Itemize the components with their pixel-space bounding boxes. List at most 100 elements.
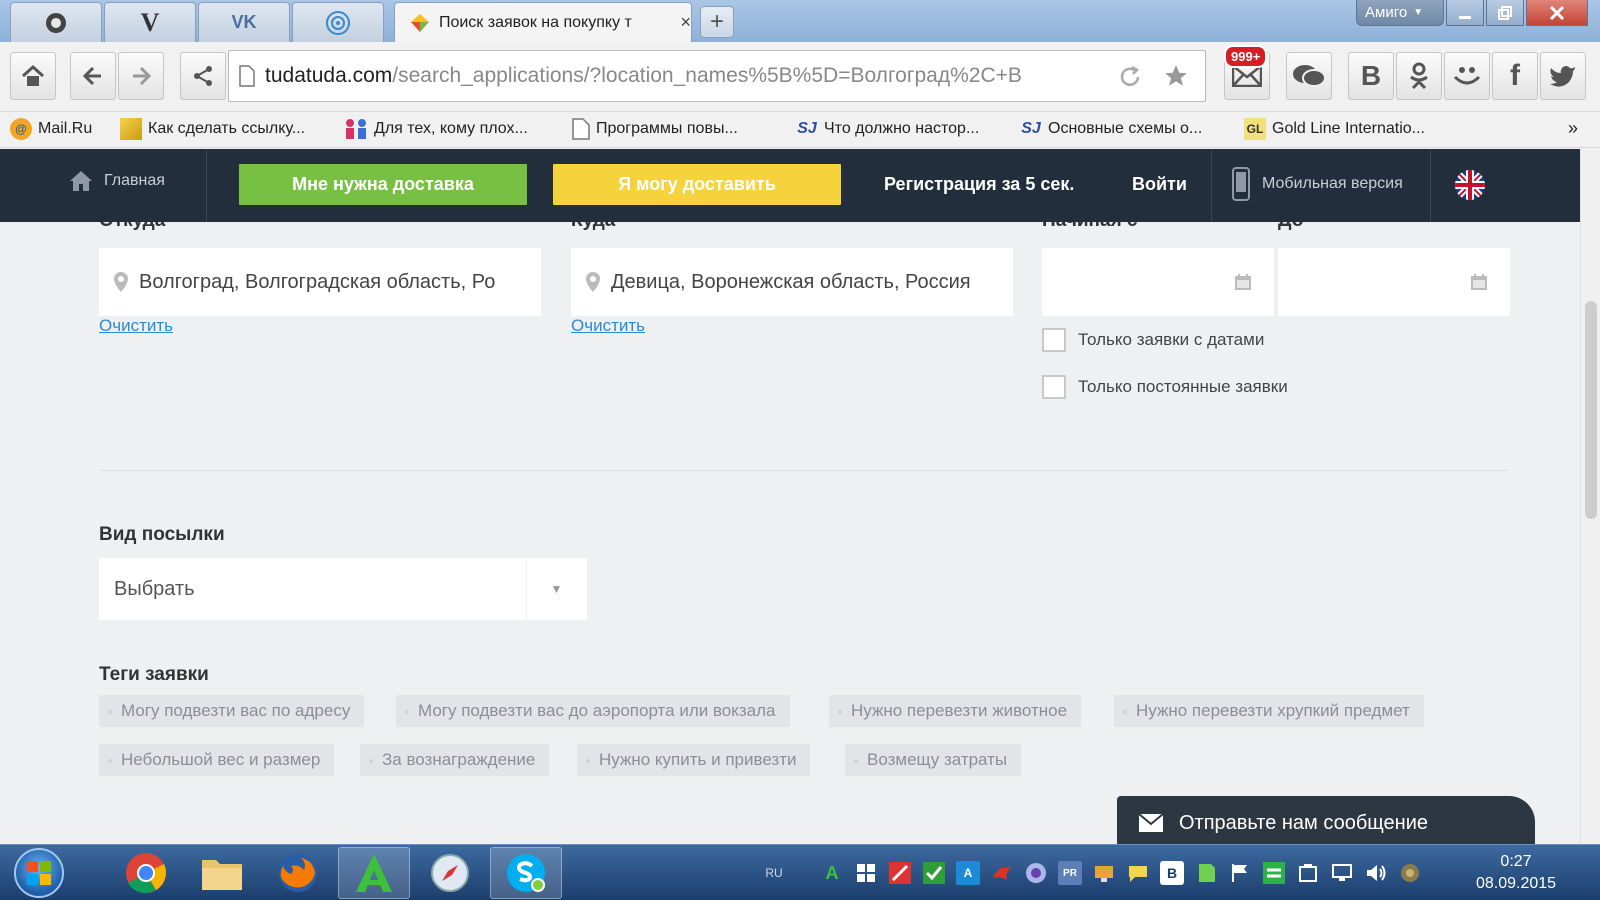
envelope-icon: [1139, 814, 1163, 832]
profile-button[interactable]: Амиго ▼: [1356, 0, 1444, 26]
clear-to-link[interactable]: Очистить: [571, 316, 645, 336]
system-clock[interactable]: 0:27 08.09.2015: [1466, 851, 1566, 895]
moi-mir-button[interactable]: [1444, 52, 1490, 100]
share-icon: [194, 66, 212, 86]
language-switch[interactable]: [1454, 169, 1486, 201]
from-input[interactable]: Волгоград, Волгоградская область, Ро: [99, 248, 541, 316]
tray-globe-icon[interactable]: [1024, 861, 1048, 885]
forward-button[interactable]: [118, 52, 164, 100]
tray-volume-icon[interactable]: [1364, 861, 1388, 885]
bookmark-mailru[interactable]: @ Mail.Ru: [10, 118, 92, 140]
tag-small-size[interactable]: Небольшой вес и размер: [99, 744, 335, 776]
bookmark-schemes[interactable]: SJ Основные схемы о...: [1020, 118, 1202, 140]
tag-fragile[interactable]: Нужно перевезти хрупкий предмет: [1114, 695, 1424, 727]
star-icon[interactable]: [1163, 63, 1189, 89]
tray-network-icon[interactable]: [1330, 861, 1354, 885]
tray-amigo-icon[interactable]: A: [820, 861, 844, 885]
home-icon: [70, 171, 92, 191]
mobile-version-link[interactable]: Мобильная версия: [1232, 167, 1403, 201]
nav-divider: [1430, 149, 1431, 222]
tray-green-icon[interactable]: [1262, 861, 1286, 885]
calendar-icon[interactable]: [1234, 273, 1252, 291]
taskbar-explorer[interactable]: [186, 847, 258, 899]
checkbox-box[interactable]: [1042, 328, 1066, 352]
tag-by-address[interactable]: Могу подвезти вас по адресу: [99, 695, 365, 727]
active-tab[interactable]: Поиск заявок на покупку т ×: [394, 2, 692, 42]
tag-reimburse[interactable]: Возмещу затраты: [845, 744, 1022, 776]
tag-reward[interactable]: За вознаграждение: [360, 744, 550, 776]
nav-home-link[interactable]: Главная: [68, 169, 165, 193]
close-window-button[interactable]: [1526, 0, 1588, 26]
date-from-input[interactable]: [1042, 248, 1274, 316]
restore-button[interactable]: [1486, 0, 1524, 26]
taskbar-chrome[interactable]: [110, 847, 182, 899]
reload-icon[interactable]: [1117, 64, 1143, 90]
calendar-icon[interactable]: [1470, 273, 1488, 291]
clear-from-link[interactable]: Очистить: [99, 316, 173, 336]
tray-check-icon[interactable]: [922, 861, 946, 885]
chat-button[interactable]: [1286, 52, 1332, 100]
taskbar-safari[interactable]: [414, 847, 486, 899]
tray-vk-icon[interactable]: B: [1160, 861, 1184, 885]
bookmark-link-howto[interactable]: Как сделать ссылку...: [120, 118, 305, 140]
need-delivery-button[interactable]: Мне нужна доставка: [239, 164, 527, 205]
tray-antivirus-icon[interactable]: [888, 861, 912, 885]
tray-evernote-icon[interactable]: [1194, 861, 1218, 885]
scrollbar-thumb[interactable]: [1585, 301, 1597, 519]
minimize-button[interactable]: [1446, 0, 1484, 26]
tag-buy-and-bring[interactable]: Нужно купить и привезти: [577, 744, 811, 776]
login-link[interactable]: Войти: [1132, 174, 1187, 195]
pinned-tab-v[interactable]: V: [104, 2, 196, 42]
pinned-tab-settings[interactable]: [10, 2, 102, 42]
can-deliver-button[interactable]: Я могу доставить: [553, 164, 841, 205]
twitter-button[interactable]: [1540, 52, 1586, 100]
only-permanent-checkbox[interactable]: Только постоянные заявки: [1042, 375, 1288, 399]
tray-network-share-icon[interactable]: [1092, 861, 1116, 885]
bookmark-programs[interactable]: Программы повы...: [572, 118, 738, 140]
folder-icon: [202, 860, 242, 890]
tab-close-icon[interactable]: ×: [680, 12, 691, 33]
to-input[interactable]: Девица, Воронежская область, Россия: [571, 248, 1013, 316]
firefox-icon: [279, 854, 317, 892]
bookmark-label: Как сделать ссылку...: [148, 120, 306, 137]
vk-button[interactable]: B: [1348, 52, 1394, 100]
checkbox-box[interactable]: [1042, 375, 1066, 399]
bookmark-for-bad[interactable]: Для тех, кому плох...: [344, 118, 528, 140]
url-text: tudatuda.com/search_applications/?locati…: [265, 64, 1115, 88]
send-message-widget[interactable]: Отправьте нам сообщение: [1117, 796, 1535, 844]
tag-airport[interactable]: Могу подвезти вас до аэропорта или вокза…: [396, 695, 790, 727]
start-button[interactable]: [14, 848, 64, 898]
bookmark-label: Программы повы...: [596, 120, 738, 137]
pinned-tab-vk[interactable]: VK: [198, 2, 290, 42]
language-indicator[interactable]: RU: [762, 861, 786, 885]
tray-windows-icon[interactable]: [854, 861, 878, 885]
share-button[interactable]: [180, 52, 226, 100]
parcel-type-select[interactable]: Выбрать ▼: [99, 558, 587, 620]
tray-bird-icon[interactable]: [990, 861, 1014, 885]
pinned-tab-radar[interactable]: [292, 2, 384, 42]
tray-device-icon[interactable]: [1296, 861, 1320, 885]
chevron-down-icon[interactable]: ▼: [526, 558, 586, 620]
tag-animal[interactable]: Нужно перевезти животное: [829, 695, 1082, 727]
bookmark-alert[interactable]: SJ Что должно настор...: [796, 118, 979, 140]
taskbar-skype[interactable]: [490, 847, 562, 899]
new-tab-button[interactable]: +: [700, 6, 734, 38]
bookmarks-more-button[interactable]: »: [1568, 118, 1578, 139]
back-button[interactable]: [70, 52, 116, 100]
tray-pr-icon[interactable]: PR: [1058, 861, 1082, 885]
page-scrollbar[interactable]: [1580, 149, 1600, 844]
home-button[interactable]: [10, 52, 56, 100]
taskbar-firefox[interactable]: [262, 847, 334, 899]
tray-update-icon[interactable]: [1398, 861, 1422, 885]
bookmark-goldline[interactable]: GL Gold Line Internatio...: [1244, 118, 1425, 140]
tray-a-icon[interactable]: A: [956, 861, 980, 885]
tray-flag-icon[interactable]: [1228, 861, 1252, 885]
taskbar-amigo[interactable]: [338, 847, 410, 899]
date-to-input[interactable]: [1278, 248, 1510, 316]
tray-chat-icon[interactable]: [1126, 861, 1150, 885]
facebook-button[interactable]: f: [1492, 52, 1538, 100]
address-bar[interactable]: tudatuda.com/search_applications/?locati…: [228, 50, 1206, 102]
only-dated-checkbox[interactable]: Только заявки с датами: [1042, 328, 1264, 352]
odnoklassniki-button[interactable]: [1396, 52, 1442, 100]
register-link[interactable]: Регистрация за 5 сек.: [884, 174, 1074, 195]
